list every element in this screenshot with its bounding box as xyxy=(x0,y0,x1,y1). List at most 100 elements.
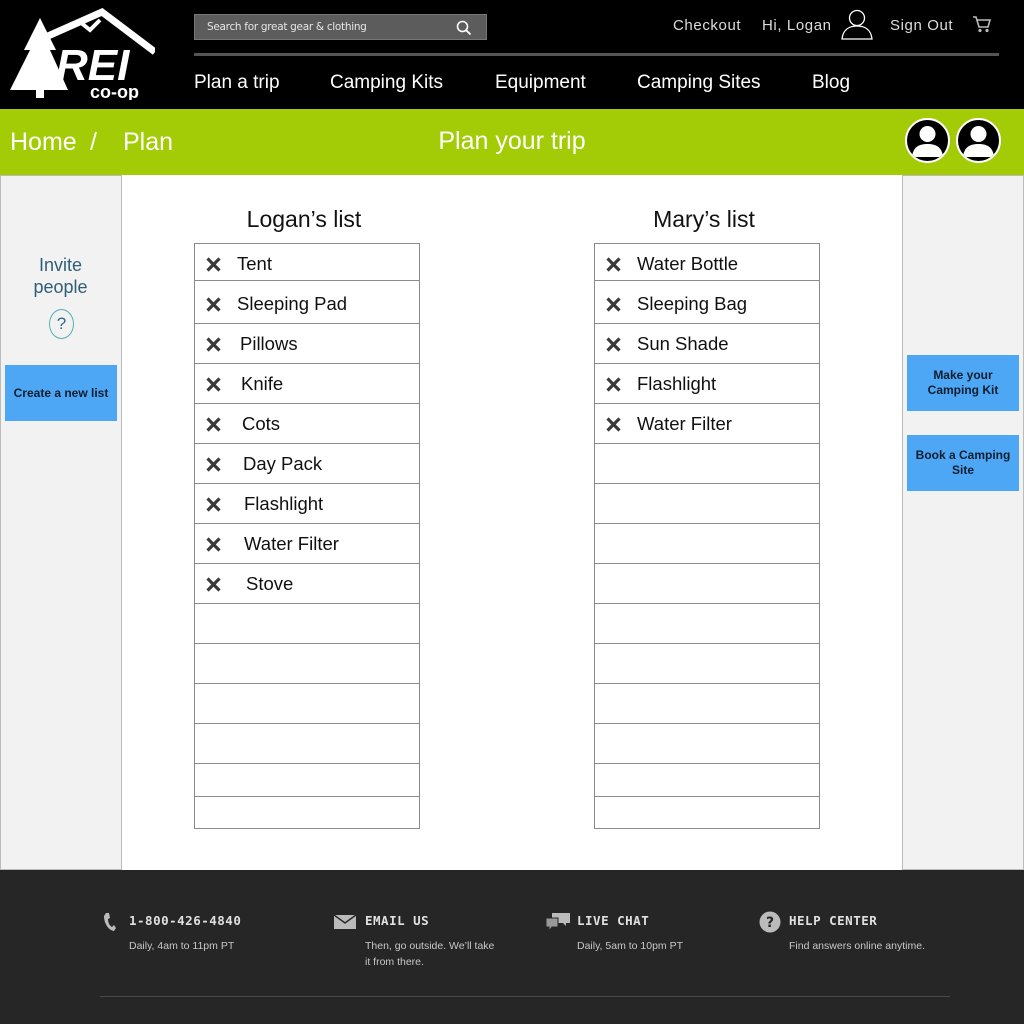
invite-label-line1: Invite xyxy=(38,255,83,275)
search-input[interactable]: Search for great gear & clothing xyxy=(194,14,487,40)
list-item-label: Flashlight xyxy=(637,373,717,394)
list-item[interactable]: Knife xyxy=(195,364,419,404)
email-icon xyxy=(334,915,356,929)
remove-item-icon[interactable] xyxy=(206,377,221,392)
footer-live-chat[interactable]: LIVE CHAT xyxy=(577,913,649,928)
book-camping-site-button[interactable]: Book a Camping Site xyxy=(907,435,1019,491)
remove-item-icon[interactable] xyxy=(606,257,621,272)
empty-list-slot[interactable] xyxy=(595,644,819,684)
remove-item-icon[interactable] xyxy=(206,457,221,472)
remove-item-icon[interactable] xyxy=(206,337,221,352)
footer-email-text-line2: it from there. xyxy=(365,956,424,968)
svg-text:co-op: co-op xyxy=(90,82,139,100)
remove-item-icon[interactable] xyxy=(606,337,621,352)
list-item[interactable]: Sleeping Bag xyxy=(595,284,819,324)
svg-text:?: ? xyxy=(766,915,774,931)
nav-camping-kits[interactable]: Camping Kits xyxy=(330,72,443,94)
footer-email-text: Then, go outside. We’ll take it from the… xyxy=(365,938,494,970)
footer-email-us[interactable]: EMAIL US xyxy=(365,913,429,928)
empty-list-slot[interactable] xyxy=(195,797,419,831)
header-divider xyxy=(194,53,999,56)
list-item[interactable]: Sleeping Pad xyxy=(195,284,419,324)
footer-help-text: Find answers online anytime. xyxy=(789,940,925,952)
remove-item-icon[interactable] xyxy=(606,417,621,432)
list-item[interactable]: Day Pack xyxy=(195,444,419,484)
list-item-label: Tent xyxy=(237,253,272,274)
nav-plan-a-trip[interactable]: Plan a trip xyxy=(194,72,280,94)
list-item[interactable]: Tent xyxy=(195,244,419,281)
list-item[interactable]: Flashlight xyxy=(195,484,419,524)
empty-list-slot[interactable] xyxy=(595,524,819,564)
remove-item-icon[interactable] xyxy=(606,377,621,392)
list-item-label: Sleeping Bag xyxy=(637,293,748,314)
footer-phone-number[interactable]: 1-800-426-4840 xyxy=(129,913,241,928)
list-item[interactable]: Flashlight xyxy=(595,364,819,404)
empty-list-slot[interactable] xyxy=(595,724,819,764)
greeting-link[interactable]: Hi, Logan xyxy=(762,17,832,34)
empty-list-slot[interactable] xyxy=(595,764,819,797)
list-item-label: Water Filter xyxy=(244,533,339,554)
logan-list: Tent Sleeping Pad Pillows Knife Cots Day Pack… xyxy=(194,243,420,829)
rei-logo[interactable]: REI co-op xyxy=(10,8,155,100)
footer-phone-hours: Daily, 4am to 11pm PT xyxy=(129,940,235,952)
help-icon[interactable]: ? xyxy=(49,309,74,339)
empty-list-slot[interactable] xyxy=(595,604,819,644)
empty-list-slot[interactable] xyxy=(195,764,419,797)
sign-out-link[interactable]: Sign Out xyxy=(890,17,953,34)
remove-item-icon[interactable] xyxy=(206,417,221,432)
help-center-icon: ? xyxy=(759,911,781,933)
list-item[interactable]: Water Bottle xyxy=(595,244,819,281)
remove-item-icon[interactable] xyxy=(606,297,621,312)
list-item[interactable]: Cots xyxy=(195,404,419,444)
nav-blog[interactable]: Blog xyxy=(812,72,850,94)
footer-email-text-line1: Then, go outside. We’ll take xyxy=(365,940,495,952)
list-item-label: Stove xyxy=(246,573,294,594)
remove-item-icon[interactable] xyxy=(206,257,221,272)
make-camping-kit-button[interactable]: Make your Camping Kit xyxy=(907,355,1019,411)
list-item-label: Water Bottle xyxy=(637,253,739,274)
logan-list-title: Logan’s list xyxy=(246,206,362,232)
checkout-link[interactable]: Checkout xyxy=(673,17,741,34)
remove-item-icon[interactable] xyxy=(206,297,221,312)
user-account-icon[interactable] xyxy=(840,8,874,40)
remove-item-icon[interactable] xyxy=(206,577,221,592)
list-item-label: Water Filter xyxy=(637,413,732,434)
empty-list-slot[interactable] xyxy=(195,724,419,764)
avatar-mary[interactable] xyxy=(956,118,1001,163)
nav-camping-sites[interactable]: Camping Sites xyxy=(637,72,761,94)
empty-list-slot[interactable] xyxy=(595,564,819,604)
footer-divider xyxy=(100,996,950,997)
search-icon[interactable] xyxy=(456,20,472,36)
remove-item-icon[interactable] xyxy=(206,497,221,512)
invite-people-link[interactable]: Invite people xyxy=(0,254,121,298)
list-item-label: Day Pack xyxy=(243,453,323,474)
list-item-label: Flashlight xyxy=(244,493,324,514)
list-item[interactable]: Water Filter xyxy=(195,524,419,564)
empty-list-slot[interactable] xyxy=(195,604,419,644)
list-item[interactable]: Pillows xyxy=(195,324,419,364)
cart-icon[interactable] xyxy=(972,15,992,33)
chat-icon xyxy=(546,913,570,933)
page-title: Plan your trip xyxy=(438,127,586,155)
remove-item-icon[interactable] xyxy=(206,537,221,552)
empty-list-slot[interactable] xyxy=(595,797,819,831)
invite-label-line2: people xyxy=(33,277,88,297)
avatar-logan[interactable] xyxy=(905,118,950,163)
person-icon xyxy=(963,126,994,157)
empty-list-slot[interactable] xyxy=(595,444,819,484)
person-icon xyxy=(912,126,943,157)
footer-help-center[interactable]: HELP CENTER xyxy=(789,913,877,928)
list-item-label: Cots xyxy=(242,413,281,434)
empty-list-slot[interactable] xyxy=(595,684,819,724)
create-list-button[interactable]: Create a new list xyxy=(5,365,117,421)
empty-list-slot[interactable] xyxy=(595,484,819,524)
list-item[interactable]: Water Filter xyxy=(595,404,819,444)
search-placeholder: Search for great gear & clothing xyxy=(207,21,367,33)
list-item[interactable]: Stove xyxy=(195,564,419,604)
empty-list-slot[interactable] xyxy=(195,644,419,684)
phone-icon xyxy=(104,913,116,931)
mary-list-title: Mary’s list xyxy=(653,206,755,232)
empty-list-slot[interactable] xyxy=(195,684,419,724)
list-item[interactable]: Sun Shade xyxy=(595,324,819,364)
nav-equipment[interactable]: Equipment xyxy=(495,72,586,94)
